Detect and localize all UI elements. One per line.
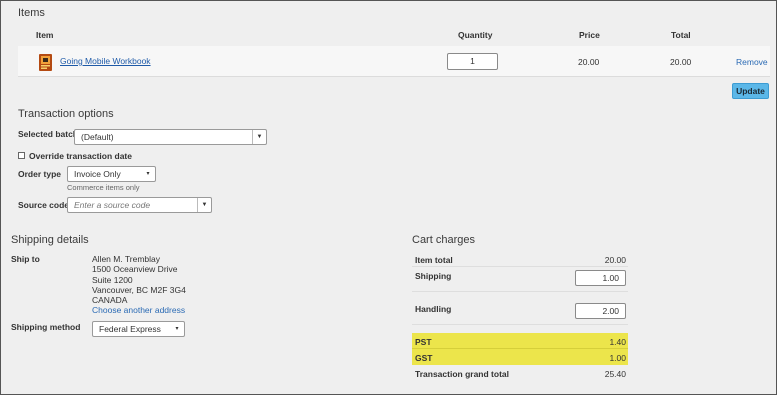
source-code-label: Source code <box>18 200 70 210</box>
col-price-header: Price <box>579 30 600 40</box>
order-type-note: Commerce items only <box>67 183 140 192</box>
item-price: 20.00 <box>578 57 600 67</box>
source-code-input[interactable]: Enter a source code ▼ <box>67 197 212 213</box>
grand-total-value: 25.40 <box>604 369 626 379</box>
override-date-label: Override transaction date <box>29 151 132 161</box>
update-button[interactable]: Update <box>732 83 769 99</box>
remove-link[interactable]: Remove <box>736 57 768 67</box>
item-total-value: 20.00 <box>604 255 626 265</box>
pst-value: 1.40 <box>609 337 626 347</box>
item-total-label: Item total <box>415 255 453 265</box>
grand-total-label: Transaction grand total <box>415 369 509 379</box>
shipping-charge-input[interactable]: 1.00 <box>575 270 626 286</box>
selected-batch-label: Selected batch <box>18 129 78 139</box>
order-type-label: Order type <box>18 169 61 179</box>
ship-to-label: Ship to <box>11 254 40 264</box>
shipping-charge-label: Shipping <box>415 271 452 281</box>
quantity-input[interactable]: 1 <box>447 53 498 70</box>
order-type-value: Invoice Only <box>74 169 121 179</box>
shipping-details-title: Shipping details <box>11 234 89 246</box>
order-type-select[interactable]: Invoice Only ▾ <box>67 166 156 182</box>
shipping-method-label: Shipping method <box>11 322 81 332</box>
address-line: Allen M. Tremblay <box>92 254 161 264</box>
item-total-row: Item total 20.00 <box>412 251 628 267</box>
col-item-header: Item <box>36 30 54 40</box>
shipping-method-value: Federal Express <box>99 324 161 334</box>
override-date-checkbox[interactable] <box>18 152 25 159</box>
selected-batch-value: (Default) <box>81 132 114 142</box>
item-total: 20.00 <box>670 57 692 67</box>
transaction-options-title: Transaction options <box>18 108 114 120</box>
gst-value: 1.00 <box>609 353 626 363</box>
handling-charge-input[interactable]: 2.00 <box>575 303 626 319</box>
ship-to-address: Allen M. Tremblay 1500 Oceanview Drive S… <box>92 254 186 316</box>
selected-batch-select[interactable]: (Default) ▼ <box>74 129 267 145</box>
address-line: Suite 1200 <box>92 274 133 285</box>
checkout-panel: Items Item Quantity Price Total Going Mo… <box>0 0 777 395</box>
cart-charges-title: Cart charges <box>412 234 475 246</box>
handling-charge-label: Handling <box>415 304 452 314</box>
choose-another-address-link[interactable]: Choose another address <box>92 305 186 315</box>
shipping-method-select[interactable]: Federal Express ▾ <box>92 321 185 337</box>
items-section-title: Items <box>18 7 45 19</box>
dropdown-arrow-icon: ▼ <box>252 130 266 144</box>
chevron-down-icon: ▾ <box>146 171 150 177</box>
pst-label: PST <box>415 337 432 347</box>
col-total-header: Total <box>671 30 691 40</box>
dropdown-arrow-icon: ▼ <box>197 198 211 212</box>
table-row: Going Mobile Workbook 20.00 20.00 Remove <box>18 46 770 77</box>
address-line: Vancouver, BC M2F 3G4 <box>92 284 186 295</box>
item-name-link[interactable]: Going Mobile Workbook <box>60 56 151 66</box>
source-code-placeholder: Enter a source code <box>74 200 151 210</box>
col-quantity-header: Quantity <box>458 30 493 40</box>
tax-highlight: PST 1.40 GST 1.00 <box>412 333 628 365</box>
chevron-down-icon: ▾ <box>175 326 179 332</box>
grand-total-row: Transaction grand total 25.40 <box>412 365 628 381</box>
book-icon <box>37 53 54 72</box>
items-table-header: Item Quantity Price Total <box>18 26 770 46</box>
gst-row: GST 1.00 <box>412 349 628 365</box>
address-line: CANADA <box>92 295 128 306</box>
address-line: 1500 Oceanview Drive <box>92 264 178 275</box>
pst-row: PST 1.40 <box>412 333 628 349</box>
gst-label: GST <box>415 353 433 363</box>
